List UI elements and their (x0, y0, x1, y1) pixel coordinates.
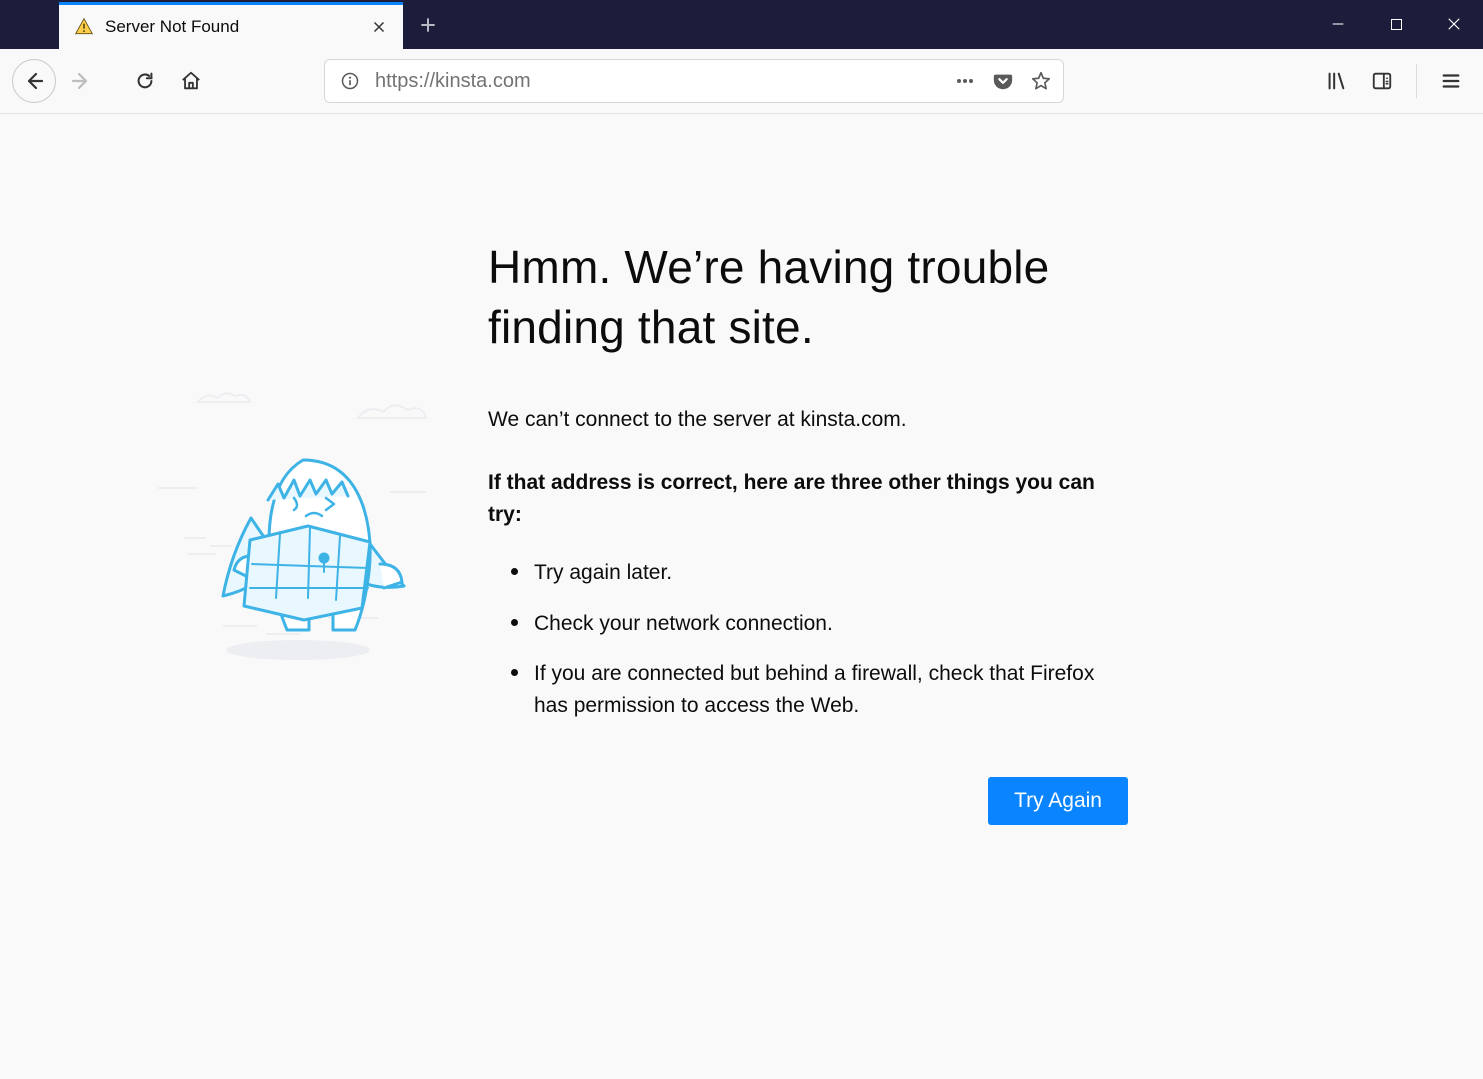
bookmark-star-icon[interactable] (1025, 65, 1057, 97)
pocket-icon[interactable] (987, 65, 1019, 97)
error-message: We can’t connect to the server at kinsta… (488, 404, 1128, 436)
hamburger-menu-icon[interactable] (1431, 61, 1471, 101)
window-controls (1309, 0, 1483, 48)
window-maximize-button[interactable] (1367, 0, 1425, 48)
library-icon[interactable] (1316, 61, 1356, 101)
error-subheading: If that address is correct, here are thr… (488, 467, 1128, 530)
url-bar[interactable] (324, 59, 1064, 103)
error-page-content: Hmm. We’re having trouble finding that s… (0, 114, 1483, 825)
reload-button[interactable] (124, 60, 166, 102)
tab-title: Server Not Found (105, 17, 367, 37)
back-button[interactable] (12, 59, 56, 103)
page-actions-button[interactable] (949, 65, 981, 97)
tab-strip-spacer (0, 0, 59, 49)
title-bar: Server Not Found (0, 0, 1483, 49)
identity-info-icon[interactable] (337, 68, 363, 94)
list-item: If you are connected but behind a firewa… (532, 655, 1128, 721)
try-again-button[interactable]: Try Again (988, 777, 1128, 825)
window-minimize-button[interactable] (1309, 0, 1367, 48)
url-input[interactable] (369, 70, 943, 93)
error-text-column: Hmm. We’re having trouble finding that s… (488, 238, 1128, 825)
forward-button[interactable] (60, 60, 102, 102)
list-item: Try again later. (532, 554, 1128, 589)
sidebar-icon[interactable] (1362, 61, 1402, 101)
new-tab-button[interactable] (403, 0, 453, 49)
error-tips-list: Try again later. Check your network conn… (532, 554, 1128, 721)
error-illustration (128, 238, 488, 825)
warning-icon (73, 16, 95, 38)
window-close-button[interactable] (1425, 0, 1483, 48)
toolbar-separator (1416, 64, 1417, 98)
list-item: Check your network connection. (532, 605, 1128, 640)
home-button[interactable] (170, 60, 212, 102)
tab-close-button[interactable] (367, 15, 391, 39)
navigation-toolbar (0, 49, 1483, 114)
browser-tab[interactable]: Server Not Found (59, 2, 403, 49)
error-heading: Hmm. We’re having trouble finding that s… (488, 238, 1128, 358)
